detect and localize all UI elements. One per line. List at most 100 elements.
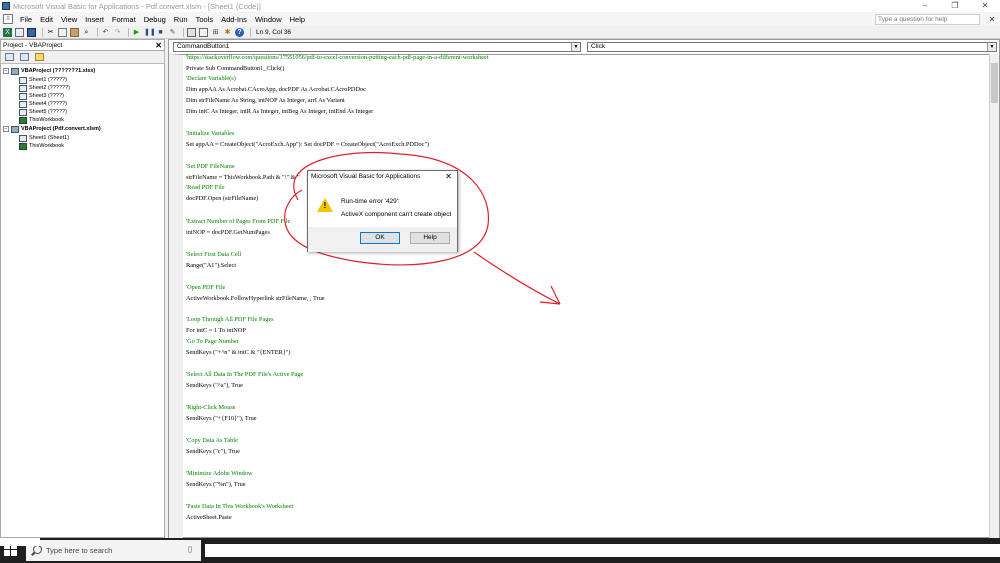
code-line: 'Open PDF File	[186, 284, 226, 291]
project-icon	[11, 67, 19, 75]
sheet-icon	[19, 84, 27, 92]
find-icon[interactable]: ⌕	[82, 28, 91, 37]
project-explorer-toolbar	[0, 51, 165, 64]
microphone-icon[interactable]	[188, 546, 192, 553]
menu-help[interactable]: Help	[286, 15, 309, 24]
design-mode-icon[interactable]: ✎	[168, 28, 177, 37]
menu-view[interactable]: View	[57, 15, 81, 24]
error-dialog: Microsoft Visual Basic for Applications …	[307, 170, 458, 252]
ok-button[interactable]: OK	[360, 232, 400, 244]
project-explorer-header: Project - VBAProject ✕	[0, 39, 165, 51]
chevron-down-icon[interactable]: ▼	[571, 43, 580, 51]
procedure-combo-value: Click	[591, 43, 606, 50]
vba-app-icon	[2, 2, 10, 10]
object-browser-icon[interactable]: ⊞	[211, 28, 220, 37]
project-icon	[11, 125, 19, 133]
toolbar-separator	[128, 27, 129, 37]
help-icon[interactable]: ?	[235, 27, 244, 37]
menu-add-ins[interactable]: Add-Ins	[217, 15, 251, 24]
tree-item-workbook[interactable]: ThisWorkbook	[19, 116, 64, 124]
chevron-down-icon[interactable]: ▼	[987, 43, 996, 51]
tree-item-sheet[interactable]: Sheet4 (?????)	[19, 100, 67, 108]
paste-icon[interactable]	[70, 27, 79, 37]
dialog-body: ! Run-time error '429': ActiveX componen…	[308, 183, 457, 227]
sheet-icon	[19, 100, 27, 108]
toolbar-separator	[250, 27, 251, 37]
close-project-explorer-button[interactable]: ✕	[155, 41, 162, 50]
tree-item-sheet[interactable]: Sheet1 (Sheet1)	[19, 134, 69, 142]
view-object-icon[interactable]	[20, 53, 29, 61]
reset-icon[interactable]: ■	[156, 28, 165, 37]
code-line: SendKeys ("c"), True	[186, 448, 240, 455]
toolbox-icon[interactable]: ✱	[223, 28, 232, 37]
vertical-scrollbar[interactable]	[989, 54, 999, 539]
tree-item-sheet[interactable]: Sheet2 (??????)	[19, 84, 70, 92]
cursor-position: Ln 9, Col 36	[256, 28, 292, 36]
code-line: SendKeys ("^a"), True	[186, 382, 243, 389]
properties-icon[interactable]	[199, 27, 208, 37]
menu-run[interactable]: Run	[170, 15, 192, 24]
run-icon[interactable]: ▶	[132, 28, 141, 37]
sheet-icon	[19, 134, 27, 142]
minimize-button[interactable]: –	[910, 0, 940, 12]
menu-debug[interactable]: Debug	[140, 15, 170, 24]
menu-bar: ≡ File Edit View Insert Format Debug Run…	[0, 12, 1000, 26]
workbook-icon	[19, 116, 27, 124]
tree-item-label: Sheet2 (??????)	[29, 85, 70, 91]
procedure-combo[interactable]: Click ▼	[587, 42, 997, 52]
menu-format[interactable]: Format	[108, 15, 140, 24]
help-question-input[interactable]: Type a question for help	[875, 13, 980, 25]
redo-icon[interactable]: ↷	[113, 28, 122, 37]
dialog-close-button[interactable]: ✕	[445, 172, 452, 181]
view-code-icon[interactable]	[5, 53, 14, 61]
toggle-folders-icon[interactable]	[35, 53, 44, 61]
menu-file[interactable]: File	[16, 15, 36, 24]
save-icon[interactable]	[27, 27, 36, 37]
sheet-icon	[19, 76, 27, 84]
code-line: 'Paste Data In This Workbook's Worksheet	[186, 503, 294, 510]
tree-project-1[interactable]: − VBAProject (???????1.xlsx)	[3, 67, 95, 75]
standard-toolbar: X ✂ ⌕ ↶ ↷ ▶ ❚❚ ■ ✎ ⊞ ✱ ? Ln 9, Col 36	[0, 26, 1000, 39]
tree-expander[interactable]: −	[3, 126, 9, 132]
tree-item-workbook[interactable]: ThisWorkbook	[19, 142, 64, 150]
title-bar: Microsoft Visual Basic for Applications …	[0, 0, 1000, 12]
taskbar-search[interactable]: Type here to search	[26, 540, 201, 561]
tree-item-label: VBAProject (Pdf.convert.xlsm)	[21, 126, 101, 132]
close-window-button[interactable]: ✕	[970, 0, 1000, 12]
close-code-window-button[interactable]: ✕	[984, 15, 1000, 24]
cut-icon[interactable]: ✂	[46, 28, 55, 37]
tree-expander[interactable]: −	[3, 68, 9, 74]
system-menu-icon[interactable]: ≡	[3, 14, 13, 24]
menu-edit[interactable]: Edit	[36, 15, 57, 24]
code-line: Dim strFileName As String, intNOP As Int…	[186, 97, 345, 104]
tree-item-sheet[interactable]: Sheet5 (?????)	[19, 108, 67, 116]
dialog-title: Microsoft Visual Basic for Applications	[311, 173, 421, 180]
code-line: 'Minimize Adobe Window	[186, 470, 253, 477]
tree-item-label: ThisWorkbook	[29, 117, 65, 123]
menu-tools[interactable]: Tools	[192, 15, 218, 24]
dialog-footer: OK Help	[308, 227, 457, 252]
tree-item-label: ThisWorkbook	[29, 143, 65, 149]
restore-button[interactable]: ❐	[940, 0, 970, 12]
insert-module-icon[interactable]	[15, 27, 24, 37]
code-line: Set appAA = CreateObject("AcroExch.App")…	[186, 141, 430, 148]
menu-insert[interactable]: Insert	[81, 15, 108, 24]
tree-item-sheet[interactable]: Sheet3 (????)	[19, 92, 64, 100]
excel-icon[interactable]: X	[3, 27, 12, 37]
project-explorer-icon[interactable]	[187, 27, 196, 37]
redaction-mark	[0, 538, 40, 546]
scrollbar-thumb[interactable]	[991, 63, 998, 103]
break-icon[interactable]: ❚❚	[144, 28, 156, 37]
tree-item-sheet[interactable]: Sheet1 (?????)	[19, 76, 67, 84]
undo-icon[interactable]: ↶	[101, 28, 110, 37]
code-line: Private Sub CommandButton1_Click()	[186, 65, 285, 72]
copy-icon[interactable]	[58, 27, 67, 37]
object-combo[interactable]: CommandButton1 ▼	[173, 42, 581, 52]
help-button[interactable]: Help	[410, 232, 450, 244]
code-line: intNOP = docPDF.GetNumPages	[186, 229, 270, 236]
sheet-icon	[19, 108, 27, 116]
code-line: docPDF.Open (strFileName)	[186, 195, 259, 202]
menu-window[interactable]: Window	[251, 15, 286, 24]
tree-project-2[interactable]: − VBAProject (Pdf.convert.xlsm)	[3, 125, 101, 133]
toolbar-separator	[42, 27, 43, 37]
